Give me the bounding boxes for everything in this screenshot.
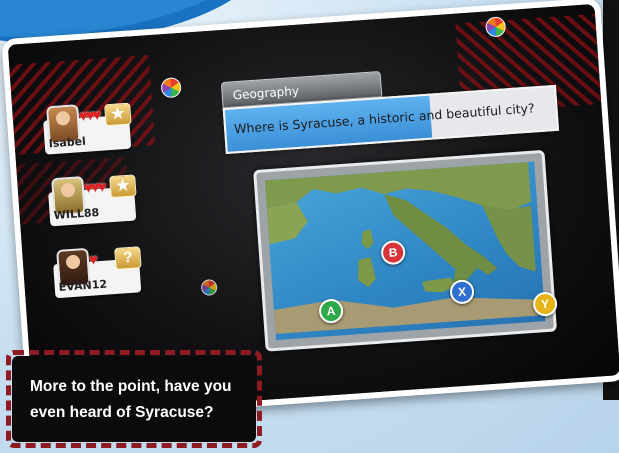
- star-icon: ★: [109, 174, 137, 199]
- hearts-icon: ♥♥♥: [78, 106, 101, 126]
- hearts-icon: ♥: [88, 251, 97, 269]
- caption-line-2: even heard of Syracuse?: [30, 404, 214, 421]
- question-icon: ?: [114, 246, 142, 270]
- player-card-evan12: ♥ ? EVAN12: [53, 246, 147, 299]
- star-icon: ★: [104, 102, 132, 127]
- caption-box: More to the point, have you even heard o…: [6, 350, 262, 448]
- hearts-icon: ♥♥♥: [83, 178, 106, 197]
- player-name: Isabel: [48, 134, 87, 151]
- caption-line-1: More to the point, have you: [30, 378, 232, 395]
- player-card-isabel: ♥♥♥ ★ Isabel: [43, 102, 137, 155]
- player-card-will88: ♥♥♥ ★ WILL88: [48, 174, 142, 227]
